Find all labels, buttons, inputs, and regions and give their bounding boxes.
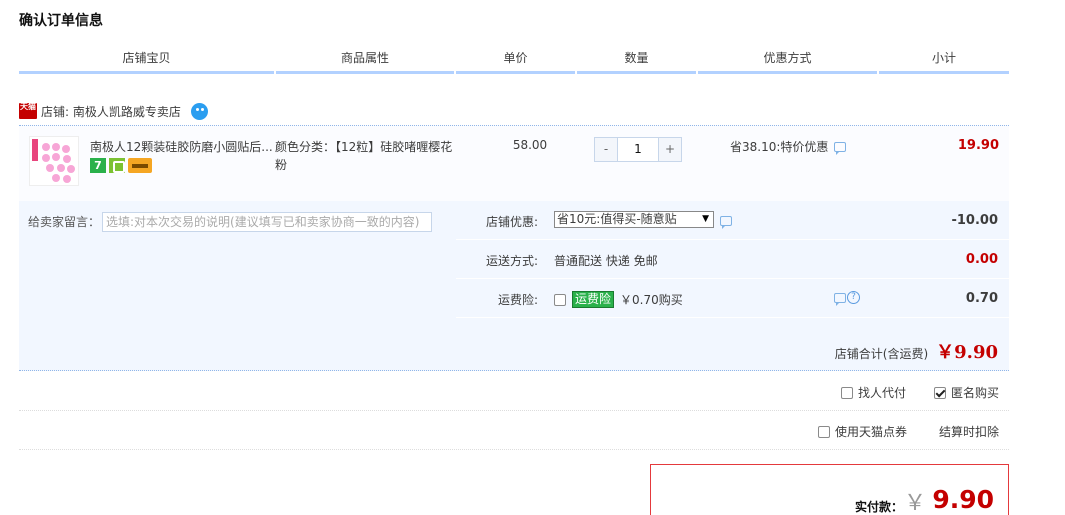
product-attribute: 颜色分类：【12粒】硅胶啫喱樱花粉 bbox=[275, 140, 453, 172]
comment-icon[interactable] bbox=[720, 215, 732, 229]
tmall-points-label[interactable]: 使用天猫点券 bbox=[835, 423, 907, 440]
product-dot bbox=[52, 153, 60, 161]
product-dot bbox=[63, 155, 71, 163]
product-dot bbox=[42, 154, 50, 162]
anonymous-label[interactable]: 匿名购买 bbox=[951, 384, 999, 401]
product-dot bbox=[57, 164, 65, 172]
qty-increase-button[interactable]: + bbox=[659, 138, 681, 161]
unit-price: 58.00 bbox=[512, 138, 548, 152]
proxy-pay-checkbox[interactable] bbox=[840, 386, 853, 399]
tmall-icon: 天猫 bbox=[19, 103, 37, 119]
col-price: 单价 bbox=[456, 44, 575, 74]
payment-options-row: 找人代付 匿名购买 bbox=[19, 372, 1009, 411]
tmall-points-checkbox[interactable] bbox=[817, 425, 830, 438]
comment-icon[interactable] bbox=[834, 141, 847, 155]
shop-total-label: 店铺合计(含运费) bbox=[834, 347, 929, 361]
product-dot bbox=[52, 174, 60, 182]
insurance-amount: 0.70 bbox=[965, 291, 998, 306]
comment-icon[interactable] bbox=[834, 292, 846, 306]
shop-discount-amount: -10.00 bbox=[951, 213, 998, 228]
points-note: 结算时扣除 bbox=[938, 425, 999, 439]
shop-discount-label: 店铺优惠: bbox=[485, 215, 538, 229]
page-title: 确认订单信息 bbox=[19, 13, 103, 29]
product-dot bbox=[46, 164, 54, 172]
memo-input[interactable]: 选填:对本次交易的说明(建议填写已和卖家协商一致的内容) bbox=[102, 212, 432, 232]
shop-row: 天猫 店铺: 南极人凯路威专卖店 bbox=[19, 100, 208, 122]
quantity-stepper: - 1 + bbox=[594, 137, 682, 162]
col-attr: 商品属性 bbox=[276, 44, 454, 74]
col-subtotal: 小计 bbox=[879, 44, 1009, 74]
product-tag-graphic bbox=[32, 139, 38, 161]
order-item: 南极人12颗装硅胶防磨小圆贴后... 7 颜色分类：【12粒】硅胶啫喱樱花粉 5… bbox=[19, 125, 1009, 201]
insurance-checkbox[interactable] bbox=[554, 293, 566, 306]
insurance-row: 运费险: 运费险 ￥0.70购买 0.70 bbox=[456, 279, 1009, 318]
insurance-price: ￥0.70购买 bbox=[620, 293, 683, 307]
column-header: 店铺宝贝 商品属性 单价 数量 优惠方式 小计 bbox=[19, 44, 1009, 74]
wangwang-chat-icon[interactable] bbox=[190, 102, 208, 120]
product-dot bbox=[63, 175, 71, 183]
shipping-amount: 0.00 bbox=[965, 252, 998, 267]
col-discount: 优惠方式 bbox=[698, 44, 877, 74]
question-icon[interactable]: ? bbox=[847, 291, 860, 304]
shipping-row: 运送方式: 普通配送 快递 免邮 0.00 bbox=[456, 240, 1009, 279]
qty-input[interactable]: 1 bbox=[617, 138, 659, 161]
insurance-help: ? bbox=[834, 291, 860, 306]
shop-discount-row: 店铺优惠: 省10元:值得买-随意贴 ▼ -10.00 bbox=[456, 201, 1009, 240]
anonymous-checkbox[interactable] bbox=[933, 386, 946, 399]
shop-discount-selected: 省10元:值得买-随意贴 bbox=[557, 212, 677, 226]
shipping-value: 普通配送 快递 免邮 bbox=[554, 254, 658, 268]
item-discount: 省38.10:特价优惠 bbox=[730, 138, 847, 155]
qty-decrease-button[interactable]: - bbox=[595, 138, 617, 161]
product-dot bbox=[67, 165, 75, 173]
insurance-value: 运费险 ￥0.70购买 bbox=[554, 291, 683, 308]
payment-currency: ￥ bbox=[903, 491, 926, 515]
shop-discount-select[interactable]: 省10元:值得买-随意贴 ▼ bbox=[554, 211, 714, 228]
col-qty: 数量 bbox=[577, 44, 696, 74]
payment-summary: 实付款： ￥ 9.90 bbox=[650, 464, 1009, 515]
guarantee-shield-icon[interactable] bbox=[109, 158, 125, 173]
credit-card-icon[interactable] bbox=[128, 158, 152, 173]
seven-day-return-icon[interactable]: 7 bbox=[90, 158, 106, 173]
product-title[interactable]: 南极人12颗装硅胶防磨小圆贴后... bbox=[90, 138, 275, 155]
dropdown-arrow-icon: ▼ bbox=[702, 214, 709, 224]
service-badges: 7 bbox=[90, 158, 152, 173]
points-row: 使用天猫点券 结算时扣除 bbox=[19, 411, 1009, 450]
payment-label: 实付款： bbox=[854, 500, 903, 514]
col-item: 店铺宝贝 bbox=[19, 44, 274, 74]
product-dot bbox=[62, 145, 70, 153]
proxy-pay-label[interactable]: 找人代付 bbox=[858, 384, 906, 401]
item-subtotal: 19.90 bbox=[957, 138, 999, 153]
shipping-label: 运送方式: bbox=[485, 254, 538, 268]
payment-amount: 9.90 bbox=[932, 485, 994, 514]
shop-discount-value: 省10元:值得买-随意贴 ▼ bbox=[554, 211, 732, 229]
product-thumbnail[interactable] bbox=[29, 136, 79, 186]
insurance-tag: 运费险 bbox=[572, 291, 615, 308]
shop-name[interactable]: 店铺: 南极人凯路威专卖店 bbox=[41, 103, 181, 120]
shop-total: 店铺合计(含运费) ￥9.90 bbox=[835, 338, 998, 364]
shop-total-amount: ￥9.90 bbox=[936, 342, 998, 363]
product-dot bbox=[42, 143, 50, 151]
product-dot bbox=[52, 143, 60, 151]
memo-label: 给卖家留言： bbox=[28, 215, 101, 229]
order-extras: 给卖家留言： 选填:对本次交易的说明(建议填写已和卖家协商一致的内容) 店铺优惠… bbox=[19, 201, 1009, 371]
insurance-label: 运费险: bbox=[497, 293, 538, 307]
discount-text: 省38.10:特价优惠 bbox=[730, 140, 829, 154]
